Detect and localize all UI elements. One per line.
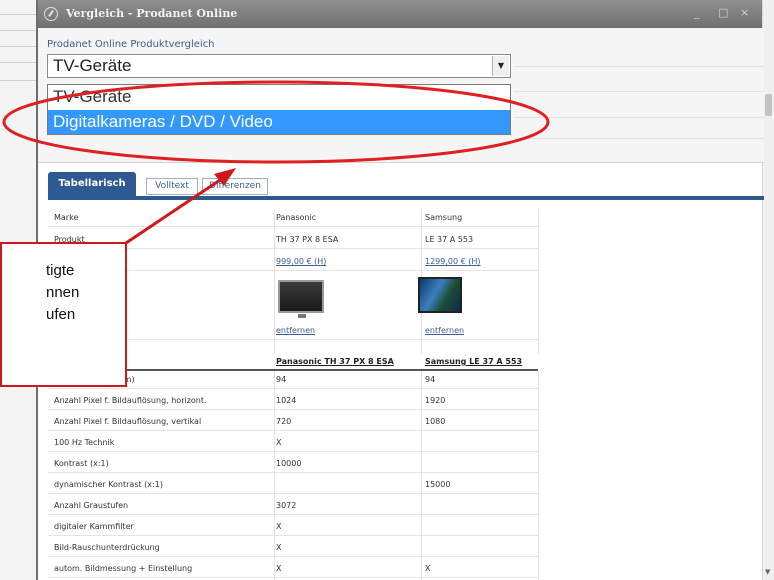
annotation-arrow-line [125, 174, 227, 245]
annotation-ellipse [2, 80, 550, 164]
annotation-overlay [2, 80, 550, 245]
